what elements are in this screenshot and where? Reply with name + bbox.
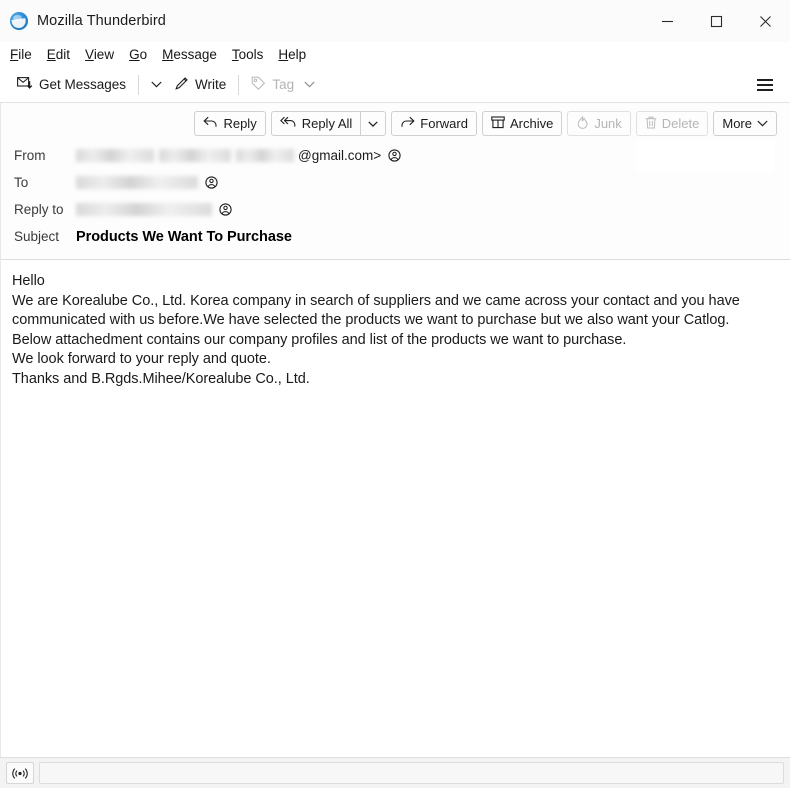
window-title: Mozilla Thunderbird <box>37 13 166 29</box>
minimize-icon[interactable] <box>643 0 692 42</box>
thunderbird-window: Mozilla Thunderbird File Edit View Go Me… <box>0 0 790 788</box>
pencil-icon <box>175 76 189 93</box>
maximize-icon[interactable] <box>692 0 741 42</box>
to-label: To <box>14 175 29 190</box>
forward-arrow-icon <box>400 116 415 131</box>
write-label: Write <box>195 77 227 92</box>
delete-button[interactable]: Delete <box>635 111 709 136</box>
body-line: We are Korealube Co., Ltd. Korea company… <box>12 292 740 309</box>
archive-button[interactable]: Archive <box>481 111 563 136</box>
from-value[interactable]: @gmail.com> <box>76 148 401 163</box>
tag-chevron-down-icon[interactable] <box>304 81 315 88</box>
status-message-field <box>39 762 784 784</box>
menu-bar: File Edit View Go Message Tools Help <box>0 42 790 67</box>
message-pane: Reply Reply All Forward Archive Junk Del… <box>0 103 790 757</box>
delete-label: Delete <box>661 116 700 131</box>
tag-label: Tag <box>272 77 295 92</box>
junk-button[interactable]: Junk <box>567 111 631 136</box>
broadcast-signal-icon <box>6 762 34 784</box>
junk-flame-icon <box>576 115 589 132</box>
from-redacted-block-3 <box>236 149 294 162</box>
toolbar-separator-2 <box>238 74 240 95</box>
forward-button[interactable]: Forward <box>391 111 477 136</box>
menu-item-go[interactable]: Go <box>129 47 155 62</box>
reply-to-value[interactable] <box>76 203 232 216</box>
message-body: Hello We are Korealube Co., Ltd. Korea c… <box>1 260 790 757</box>
menu-item-file[interactable]: File <box>10 47 40 62</box>
message-header: Reply Reply All Forward Archive Junk Del… <box>1 103 790 260</box>
main-toolbar: Get Messages Write Tag <box>0 67 790 103</box>
reply-label: Reply <box>223 116 257 131</box>
body-line: Hello <box>12 273 45 289</box>
envelope-download-icon <box>17 76 33 93</box>
subject-value: Products We Want To Purchase <box>76 228 292 245</box>
message-action-toolbar: Reply Reply All Forward Archive Junk Del… <box>1 111 790 136</box>
reply-all-group: Reply All <box>270 111 387 136</box>
toolbar-separator-1 <box>138 74 140 95</box>
more-chevron-down-icon <box>757 120 768 127</box>
trash-icon <box>645 116 657 132</box>
to-redacted-block <box>76 176 198 189</box>
contact-person-circle-icon[interactable] <box>219 203 232 216</box>
contact-person-circle-icon[interactable] <box>388 149 401 162</box>
menu-item-view[interactable]: View <box>85 47 122 62</box>
reply-arrow-icon <box>203 116 218 131</box>
title-bar: Mozilla Thunderbird <box>0 0 790 42</box>
more-label: More <box>722 116 752 131</box>
redaction-white-patch <box>638 143 772 170</box>
from-redacted-block-1 <box>76 149 154 162</box>
contact-person-circle-icon[interactable] <box>205 176 218 189</box>
hamburger-menu-icon[interactable] <box>754 74 776 96</box>
reply-button[interactable]: Reply <box>194 111 266 136</box>
window-controls <box>643 0 790 42</box>
header-row-subject: Subject Products We Want To Purchase <box>14 223 790 250</box>
archive-box-icon <box>491 115 505 132</box>
menu-item-message[interactable]: Message <box>162 47 225 62</box>
get-messages-label: Get Messages <box>39 77 127 92</box>
get-messages-button[interactable]: Get Messages <box>10 72 133 98</box>
header-row-to: To <box>14 169 790 196</box>
header-row-reply-to: Reply to <box>14 196 790 223</box>
body-line: Thanks and B.Rgds.Mihee/Korealube Co., L… <box>12 370 310 387</box>
from-redacted-block-2 <box>159 149 231 162</box>
status-bar <box>0 757 790 788</box>
thunderbird-logo-icon <box>10 12 28 30</box>
body-line: Below attachedment contains our company … <box>12 331 627 348</box>
menu-item-tools[interactable]: Tools <box>232 47 272 62</box>
from-label: From <box>14 148 46 163</box>
archive-label: Archive <box>509 116 554 131</box>
body-line: communicated with us before.We have sele… <box>12 312 730 329</box>
menu-item-edit[interactable]: Edit <box>47 47 78 62</box>
reply-to-redacted-block <box>76 203 212 216</box>
body-line: We look forward to your reply and quote. <box>12 351 271 368</box>
reply-all-label: Reply All <box>301 116 353 131</box>
reply-all-chevron-down-icon[interactable] <box>360 111 387 136</box>
to-value[interactable] <box>76 176 218 189</box>
subject-label: Subject <box>14 229 60 244</box>
more-button[interactable]: More <box>713 111 777 136</box>
forward-label: Forward <box>420 116 468 131</box>
close-icon[interactable] <box>741 0 790 42</box>
tag-button[interactable]: Tag <box>244 72 322 98</box>
write-button[interactable]: Write <box>168 72 233 98</box>
reply-all-button[interactable]: Reply All <box>270 111 361 136</box>
get-messages-chevron-down-icon[interactable] <box>144 72 168 98</box>
tag-icon <box>251 76 266 93</box>
reply-all-arrow-icon <box>279 116 297 131</box>
junk-label: Junk <box>594 116 622 131</box>
reply-to-label: Reply to <box>14 202 64 217</box>
menu-item-help[interactable]: Help <box>278 47 314 62</box>
from-visible-text: @gmail.com> <box>298 148 382 163</box>
